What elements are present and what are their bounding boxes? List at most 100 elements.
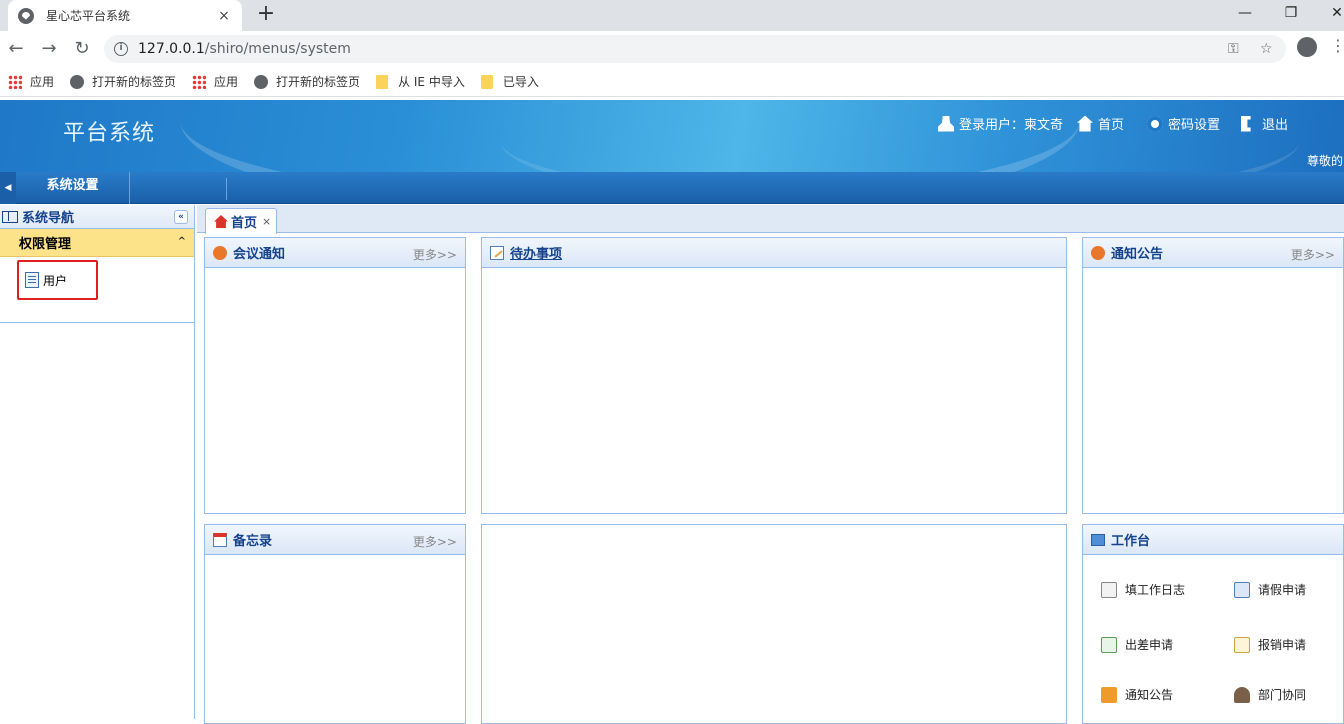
- password-settings-label: 密码设置: [1168, 118, 1221, 133]
- welcome-text: 尊敬的: [1307, 154, 1344, 168]
- more-link[interactable]: 更多>>: [1291, 246, 1335, 263]
- panel-title: 工作台: [1111, 534, 1151, 549]
- pencil-icon: [1101, 581, 1117, 598]
- globe-icon: [70, 74, 85, 89]
- logout-label: 退出: [1262, 118, 1289, 133]
- meeting-notice-panel: 会议通知 更多>>: [204, 237, 466, 514]
- apps-icon: [192, 74, 207, 89]
- logout-icon: [1241, 115, 1251, 132]
- browser-tab[interactable]: 星心芯平台系统 ×: [8, 0, 242, 31]
- login-user-label: 登录用户：柬文奇: [959, 118, 1064, 133]
- reload-button[interactable]: ↻: [70, 37, 94, 61]
- panel-header: 通知公告 更多>>: [1083, 238, 1343, 268]
- work-item-label: 报销申请: [1258, 638, 1307, 652]
- globe-icon: [254, 74, 269, 89]
- globe-icon: [18, 7, 34, 24]
- workbench-panel: 工作台 填工作日志 请假申请 出差申请 报销申请 通知公告 部门协同: [1082, 524, 1344, 724]
- sidebar-group-permissions[interactable]: 权限管理 ^: [0, 229, 194, 257]
- work-item-daily-log[interactable]: 填工作日志: [1101, 581, 1185, 598]
- work-item-dept-collab[interactable]: 部门协同: [1234, 686, 1306, 703]
- menu-item-system-settings[interactable]: 系统设置: [16, 172, 130, 204]
- folder-icon: [376, 74, 389, 89]
- address-bar[interactable]: i 127.0.0.1/shiro/menus/system ⚿ ☆: [104, 35, 1286, 63]
- panel-header: 待办事项: [482, 238, 1066, 268]
- chevron-up-icon: ^: [177, 236, 186, 247]
- todo-panel: 待办事项: [481, 237, 1067, 514]
- work-item-label: 填工作日志: [1125, 583, 1186, 597]
- bookmark-label: 应用: [30, 75, 55, 89]
- sidebar-group-body: 用户: [0, 257, 194, 323]
- panel-title: 会议通知: [233, 247, 286, 262]
- browser-tabstrip: 星心芯平台系统 × + — ❐ ✕: [0, 0, 1344, 31]
- speaker-icon: [1101, 686, 1117, 703]
- back-button[interactable]: ←: [4, 37, 28, 61]
- speaker-icon: [213, 245, 227, 260]
- home-link[interactable]: 首页: [1077, 114, 1124, 133]
- app-title: 平台系统: [63, 121, 156, 146]
- close-tab-button[interactable]: ×: [216, 8, 232, 24]
- tab-home-label: 首页: [231, 216, 258, 231]
- work-item-label: 出差申请: [1125, 638, 1174, 652]
- tab-home[interactable]: 首页 ×: [205, 208, 277, 234]
- bookmark-ie-import[interactable]: 从 IE 中导入: [376, 73, 465, 90]
- monitor-icon: [1091, 533, 1105, 546]
- speaker-icon: [1091, 245, 1105, 260]
- browser-toolbar: ← → ↻ i 127.0.0.1/shiro/menus/system ⚿ ☆: [0, 31, 1344, 67]
- bookmark-label: 应用: [214, 75, 239, 89]
- more-link[interactable]: 更多>>: [413, 533, 457, 550]
- logout-link[interactable]: 退出: [1241, 114, 1288, 133]
- bookmark-imported[interactable]: 已导入: [480, 73, 539, 90]
- close-window-button[interactable]: ✕: [1322, 2, 1344, 24]
- book-icon: [2, 210, 18, 223]
- work-item-reimbursement[interactable]: 报销申请: [1234, 636, 1306, 653]
- gear-icon: [1147, 115, 1163, 132]
- edit-note-icon: [490, 245, 504, 260]
- more-link[interactable]: 更多>>: [413, 246, 457, 263]
- bookmark-new-tab-2[interactable]: 打开新的标签页: [254, 73, 360, 90]
- info-icon[interactable]: i: [114, 42, 128, 56]
- header-decoration: [500, 100, 1300, 172]
- apps-icon: [8, 74, 22, 89]
- bookmark-label: 从 IE 中导入: [398, 75, 465, 89]
- people-icon: [1234, 686, 1250, 703]
- forward-button[interactable]: →: [37, 37, 61, 61]
- panel-header: 会议通知 更多>>: [205, 238, 465, 268]
- key-icon[interactable]: ⚿: [1228, 41, 1239, 57]
- profile-icon[interactable]: [1297, 37, 1317, 57]
- url-text: 127.0.0.1/shiro/menus/system: [138, 41, 351, 57]
- work-item-label: 部门协同: [1258, 688, 1307, 702]
- bookmark-label: 打开新的标签页: [276, 75, 361, 89]
- url-path: /shiro/menus/system: [204, 41, 351, 57]
- work-item-trip-request[interactable]: 出差申请: [1101, 636, 1173, 653]
- panel-title-link[interactable]: 待办事项: [510, 243, 562, 262]
- bookmark-apps[interactable]: 应用: [8, 73, 54, 90]
- browser-tab-title: 星心芯平台系统: [46, 9, 131, 23]
- work-item-label: 请假申请: [1258, 583, 1307, 597]
- sidebar-title: 系统导航: [22, 211, 75, 226]
- sidebar-group-label: 权限管理: [19, 237, 72, 252]
- envelope-icon: [1101, 636, 1117, 653]
- sidebar: 系统导航 « 权限管理 ^ 用户: [0, 205, 195, 719]
- work-item-leave-request[interactable]: 请假申请: [1234, 581, 1306, 598]
- collapse-sidebar-button[interactable]: «: [174, 210, 188, 224]
- new-tab-button[interactable]: +: [256, 2, 276, 26]
- work-item-announcement[interactable]: 通知公告: [1101, 686, 1173, 703]
- star-icon[interactable]: ☆: [1260, 41, 1273, 57]
- sidebar-toggle-button[interactable]: ◀: [0, 172, 16, 204]
- work-item-label: 通知公告: [1125, 688, 1174, 702]
- password-settings-link[interactable]: 密码设置: [1147, 114, 1220, 133]
- browser-menu-icon[interactable]: ⋮: [1330, 36, 1344, 55]
- edit-icon: [1234, 636, 1250, 653]
- panel-header: 备忘录 更多>>: [205, 525, 465, 555]
- minimize-button[interactable]: —: [1230, 2, 1260, 24]
- url-host: 127.0.0.1: [138, 41, 205, 57]
- content-tabbar: 首页 ×: [197, 205, 1344, 234]
- close-tab-button[interactable]: ×: [262, 215, 271, 228]
- bookmark-apps-2[interactable]: 应用: [192, 73, 238, 90]
- sidebar-item-users[interactable]: 用户: [17, 260, 98, 300]
- calendar-icon: [213, 532, 227, 547]
- panel-title: 通知公告: [1111, 247, 1164, 262]
- bookmark-new-tab[interactable]: 打开新的标签页: [70, 73, 176, 90]
- restore-button[interactable]: ❐: [1276, 2, 1306, 24]
- sidebar-header: 系统导航 «: [0, 205, 194, 229]
